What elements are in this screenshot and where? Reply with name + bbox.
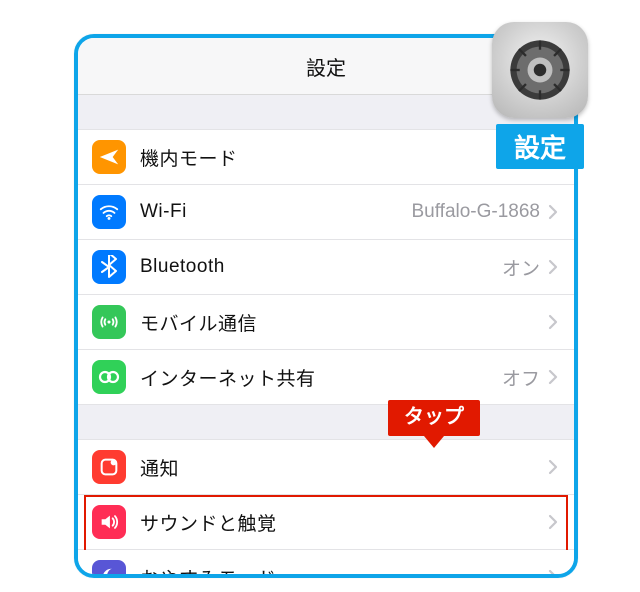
row-wifi[interactable]: Wi-Fi Buffalo-G-1868	[78, 185, 574, 240]
row-notifications[interactable]: 通知	[78, 440, 574, 495]
chevron-right-icon	[548, 259, 558, 275]
chevron-right-icon	[548, 369, 558, 385]
airplane-icon	[92, 140, 126, 174]
cellular-icon	[92, 305, 126, 339]
row-value: オフ	[502, 364, 540, 391]
settings-gear-icon	[492, 22, 588, 118]
bluetooth-icon	[92, 250, 126, 284]
row-label: Bluetooth	[140, 256, 225, 278]
row-label: 機内モード	[140, 144, 238, 171]
row-value: オン	[502, 254, 540, 281]
tap-callout-text: タップ	[404, 406, 464, 428]
notifications-icon	[92, 450, 126, 484]
section-separator	[78, 405, 574, 440]
row-personal-hotspot[interactable]: インターネット共有 オフ	[78, 350, 574, 405]
page-title-text: 設定	[306, 52, 346, 81]
row-label: おやすみモード	[140, 564, 277, 579]
settings-app-badge: 設定	[480, 22, 600, 169]
chevron-right-icon	[548, 314, 558, 330]
hotspot-icon	[92, 360, 126, 394]
settings-app-caption: 設定	[496, 124, 584, 169]
row-sounds-haptics[interactable]: サウンドと触覚	[78, 495, 574, 550]
row-label: モバイル通信	[140, 309, 257, 336]
row-label: 通知	[140, 454, 179, 481]
row-cellular[interactable]: モバイル通信	[78, 295, 574, 350]
chevron-right-icon	[548, 514, 558, 530]
sound-icon	[92, 505, 126, 539]
row-bluetooth[interactable]: Bluetooth オン	[78, 240, 574, 295]
row-value: Buffalo-G-1868	[411, 201, 540, 223]
dnd-icon	[92, 560, 126, 578]
chevron-right-icon	[548, 204, 558, 220]
row-label: サウンドと触覚	[140, 509, 277, 536]
row-label: Wi-Fi	[140, 201, 187, 223]
chevron-right-icon	[548, 459, 558, 475]
row-do-not-disturb[interactable]: おやすみモード	[78, 550, 574, 578]
chevron-right-icon	[548, 569, 558, 578]
wifi-icon	[92, 195, 126, 229]
row-label: インターネット共有	[140, 364, 316, 391]
tap-callout: タップ	[388, 400, 480, 436]
